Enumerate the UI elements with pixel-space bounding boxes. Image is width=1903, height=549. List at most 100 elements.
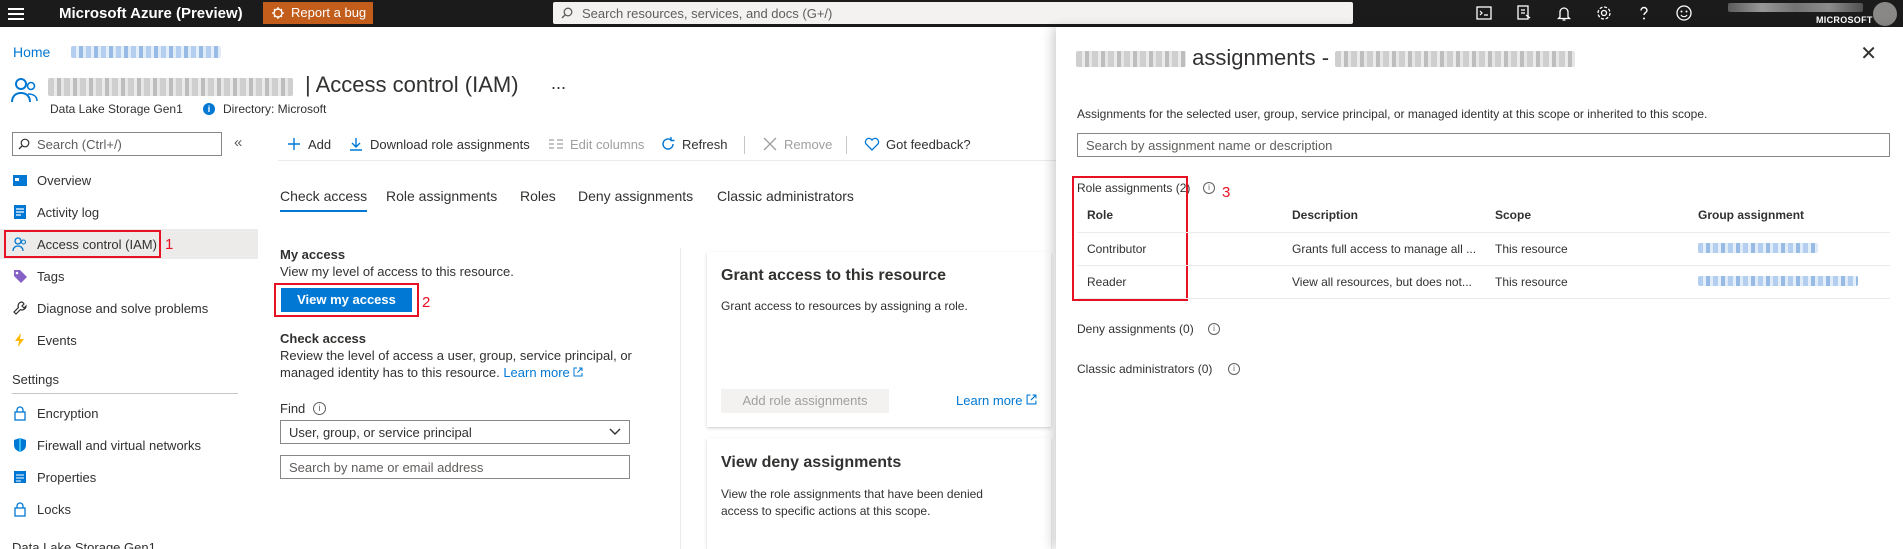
info-icon[interactable]: i xyxy=(1208,323,1220,335)
grant-learn-more-link[interactable]: Learn more xyxy=(956,393,1037,408)
report-bug-label: Report a bug xyxy=(291,5,367,20)
role-link-reader[interactable]: Reader xyxy=(1087,275,1126,289)
edit-columns-label: Edit columns xyxy=(570,137,645,152)
search-icon xyxy=(18,138,30,150)
nav-section-data-lake: Data Lake Storage Gen1 xyxy=(12,540,156,549)
nav-search-placeholder: Search (Ctrl+/) xyxy=(37,137,122,152)
column-header-role[interactable]: Role xyxy=(1087,208,1113,222)
nav-item-encryption[interactable]: Encryption xyxy=(0,398,258,428)
download-label: Download role assignments xyxy=(370,137,530,152)
global-search-input[interactable]: Search resources, services, and docs (G+… xyxy=(553,2,1353,24)
column-header-description[interactable]: Description xyxy=(1292,208,1358,222)
nav-item-locks[interactable]: Locks xyxy=(0,494,258,524)
notifications-icon[interactable] xyxy=(1555,4,1573,22)
deny-card-description-line2: access to specific actions at this scope… xyxy=(721,504,931,518)
breadcrumb-resource-link[interactable] xyxy=(71,46,221,58)
role-description: Grants full access to manage all ... xyxy=(1292,242,1477,256)
tab-deny-assignments[interactable]: Deny assignments xyxy=(578,188,693,204)
role-description: View all resources, but does not... xyxy=(1292,275,1472,289)
add-label: Add xyxy=(308,137,332,152)
role-scope: This resource xyxy=(1495,275,1568,289)
external-link-icon xyxy=(1026,394,1037,405)
column-header-group-assignment[interactable]: Group assignment xyxy=(1698,208,1804,222)
page-title: | Access control (IAM) xyxy=(305,72,519,97)
columns-icon xyxy=(549,139,563,149)
assignment-search-input[interactable]: Search by assignment name or description xyxy=(1077,133,1890,157)
nav-item-label: Events xyxy=(37,333,77,348)
search-icon xyxy=(561,7,573,19)
toolbar-divider-line xyxy=(278,160,1056,161)
learn-more-link[interactable]: Learn more xyxy=(503,365,569,380)
directory-filter-icon[interactable] xyxy=(1515,4,1533,22)
nav-item-firewall[interactable]: Firewall and virtual networks xyxy=(0,430,258,460)
help-icon[interactable] xyxy=(1635,4,1653,22)
assignments-panel: assignments - ✕ Assignments for the sele… xyxy=(1056,27,1903,549)
tab-role-assignments[interactable]: Role assignments xyxy=(386,188,497,204)
nav-search-input[interactable]: Search (Ctrl+/) xyxy=(12,132,222,156)
external-link-icon xyxy=(573,367,583,377)
report-bug-button[interactable]: Report a bug xyxy=(263,2,373,24)
find-principal-type-select[interactable]: User, group, or service principal xyxy=(280,420,630,444)
group-assignment-link-redacted[interactable] xyxy=(1698,276,1858,286)
feedback-smiley-icon[interactable] xyxy=(1675,4,1693,22)
remove-label: Remove xyxy=(784,137,833,152)
find-select-value: User, group, or service principal xyxy=(289,425,472,440)
global-search-placeholder: Search resources, services, and docs (G+… xyxy=(582,6,833,21)
step-label-3: 3 xyxy=(1222,184,1231,201)
add-role-assignments-button[interactable]: Add role assignments xyxy=(721,389,889,413)
deny-card-description-line1: View the role assignments that have been… xyxy=(721,487,983,501)
portal-brand[interactable]: Microsoft Azure (Preview) xyxy=(59,5,243,22)
download-icon xyxy=(350,138,362,151)
nav-item-diagnose[interactable]: Diagnose and solve problems xyxy=(0,293,258,323)
grant-learn-more-label: Learn more xyxy=(956,393,1023,408)
collapse-nav-icon[interactable]: « xyxy=(234,134,242,151)
close-icon[interactable]: ✕ xyxy=(1860,41,1877,66)
column-header-scope[interactable]: Scope xyxy=(1495,208,1531,222)
panel-description: Assignments for the selected user, group… xyxy=(1077,107,1708,121)
refresh-label: Refresh xyxy=(682,137,728,152)
lightning-icon xyxy=(15,333,24,347)
deny-card-title: View deny assignments xyxy=(721,454,902,471)
tab-roles[interactable]: Roles xyxy=(520,188,556,204)
nav-item-properties[interactable]: Properties xyxy=(0,462,258,492)
check-access-description: managed identity has to this resource. L… xyxy=(280,364,583,381)
overview-icon xyxy=(13,175,27,186)
check-access-heading: Check access xyxy=(280,331,367,346)
resource-people-icon xyxy=(11,78,38,103)
account-menu[interactable]: MICROSOFT xyxy=(1728,2,1897,26)
nav-item-activity-log[interactable]: Activity log xyxy=(0,197,258,227)
nav-item-overview[interactable]: Overview xyxy=(0,165,258,195)
nav-item-tags[interactable]: Tags xyxy=(0,261,258,291)
hamburger-menu-icon[interactable] xyxy=(8,5,24,21)
settings-gear-icon[interactable] xyxy=(1595,4,1613,22)
table-row-divider xyxy=(1077,232,1890,233)
info-icon[interactable]: i xyxy=(1228,363,1240,375)
info-icon[interactable]: i xyxy=(313,402,326,415)
search-name-email-input[interactable]: Search by name or email address xyxy=(280,455,630,479)
step-label-1: 1 xyxy=(165,236,174,253)
lock-icon xyxy=(14,406,26,421)
role-link-contributor[interactable]: Contributor xyxy=(1087,242,1146,256)
table-row-divider xyxy=(1077,265,1890,266)
info-icon[interactable]: i xyxy=(1203,182,1215,194)
highlight-box-access-control xyxy=(4,230,161,258)
nav-item-label: Tags xyxy=(37,269,65,284)
breadcrumb-home-link[interactable]: Home xyxy=(13,44,50,60)
nav-divider xyxy=(12,393,238,394)
nav-item-events[interactable]: Events xyxy=(0,325,258,355)
cloud-shell-icon[interactable] xyxy=(1475,4,1493,22)
step-label-2: 2 xyxy=(422,294,431,311)
highlight-box-view-access xyxy=(274,283,419,317)
group-assignment-link-redacted[interactable] xyxy=(1698,243,1818,253)
toolbar-divider xyxy=(744,136,745,154)
tab-classic-administrators[interactable]: Classic administrators xyxy=(717,188,854,204)
close-icon xyxy=(763,137,777,151)
tab-check-access[interactable]: Check access xyxy=(280,188,368,212)
resource-name-redacted xyxy=(48,78,293,96)
feedback-label: Got feedback? xyxy=(886,137,971,152)
bug-icon xyxy=(272,7,284,19)
more-options-button[interactable]: ... xyxy=(551,73,566,94)
my-access-heading: My access xyxy=(280,247,346,262)
tag-icon xyxy=(14,270,27,283)
panel-title-resource-redacted xyxy=(1335,51,1576,68)
